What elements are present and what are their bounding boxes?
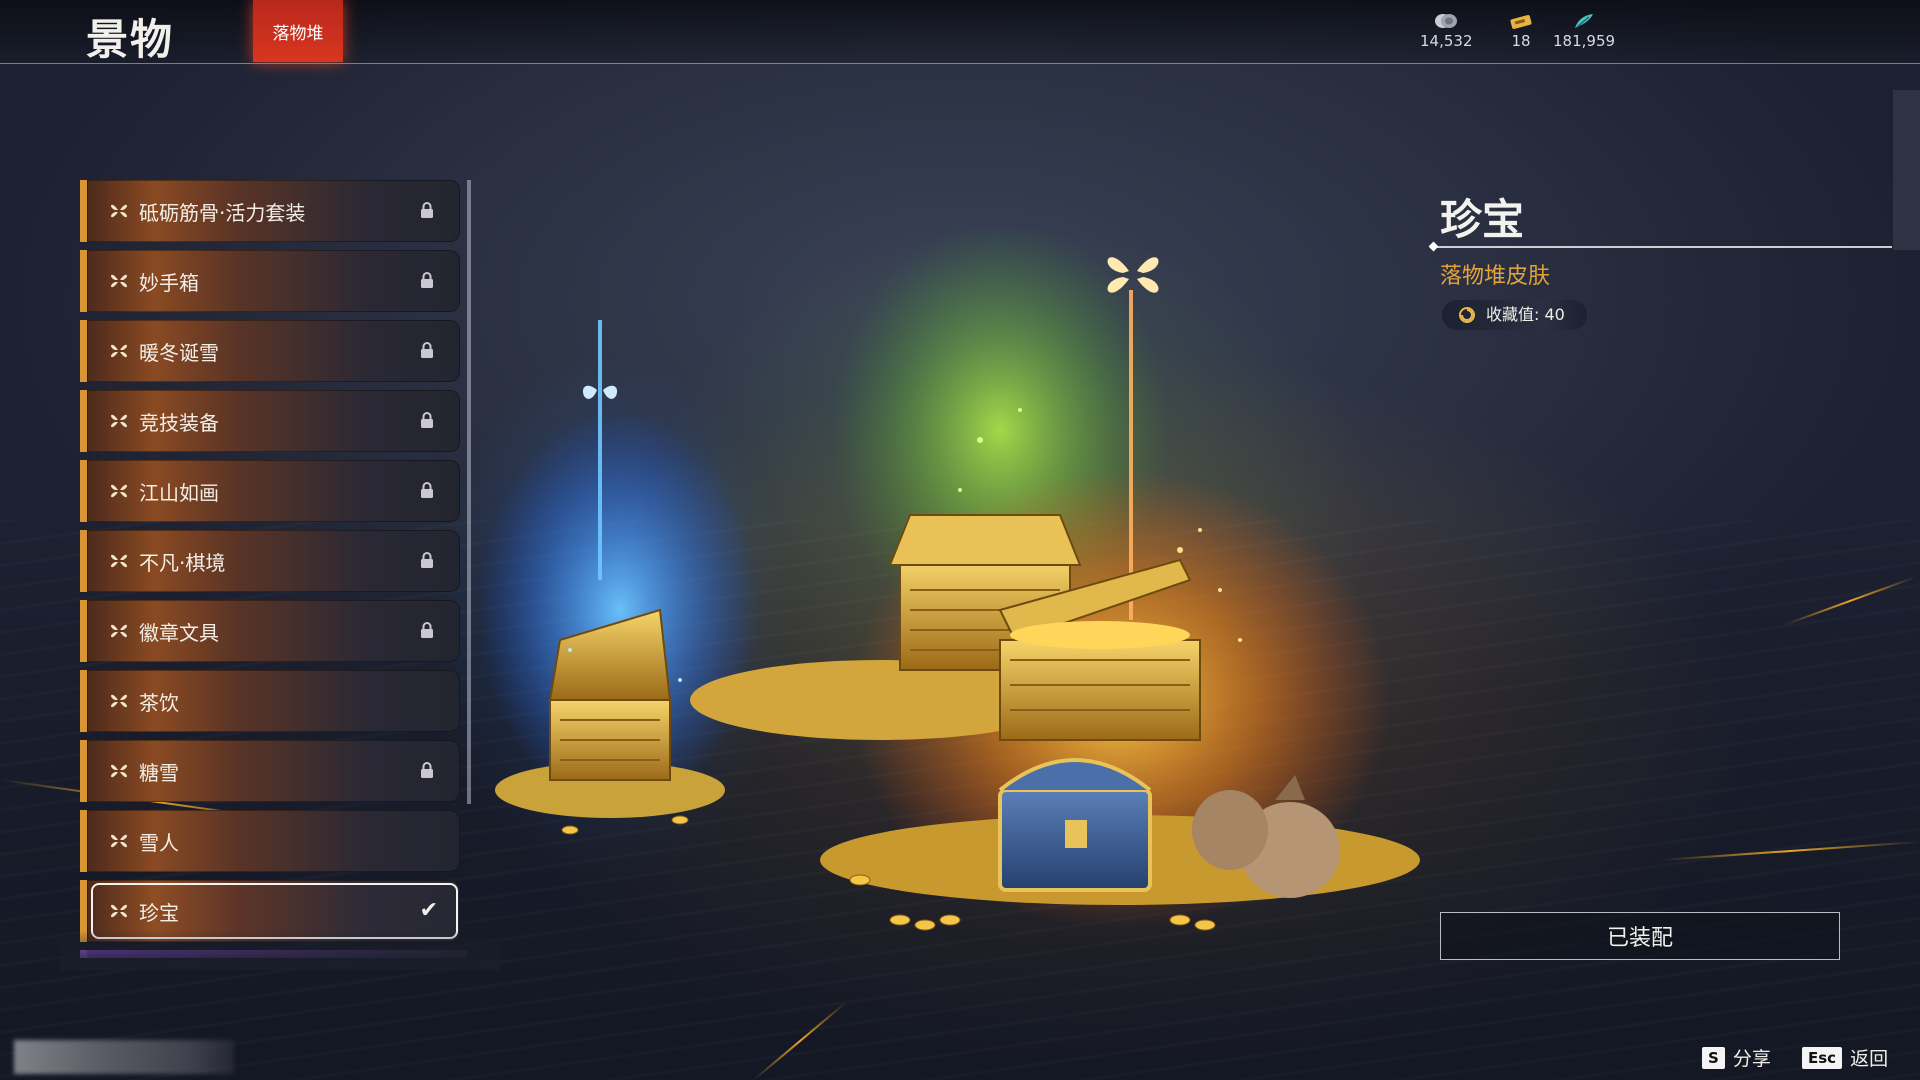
lock-icon (421, 552, 433, 568)
share-label: 分享 (1732, 1048, 1771, 1070)
skin-list-item[interactable]: 不凡·棋境 (80, 530, 460, 592)
item-name: 珍宝 (1440, 195, 1525, 244)
skin-list-item[interactable]: 糖雪 (80, 740, 460, 802)
skin-list-item[interactable]: 茶饮 (80, 670, 460, 732)
share-key: S (1702, 1046, 1725, 1069)
skin-list-item-label: 暖冬诞雪 (139, 341, 219, 365)
lock-icon (421, 412, 433, 428)
header-divider (0, 63, 1920, 64)
currency-feather: 181,959 (1553, 12, 1615, 50)
item-marker-icon (111, 344, 127, 358)
currency-silver: 14,532 (1420, 12, 1473, 50)
currency-gold: 18 (1508, 12, 1534, 50)
skin-list-item[interactable]: 徽章文具 (80, 600, 460, 662)
feather-token-icon (1575, 14, 1593, 28)
lock-icon (421, 342, 433, 358)
preview-scene (480, 220, 1420, 950)
item-marker-icon (111, 274, 127, 288)
skin-list-item-label: 雪人 (139, 831, 179, 855)
item-marker-icon (111, 204, 127, 218)
item-marker-icon (111, 904, 127, 918)
treasure-preview (480, 220, 1420, 931)
title-divider (1432, 246, 1892, 248)
gold-rarity-marker (1107, 257, 1159, 293)
item-marker-icon (111, 484, 127, 498)
gold-ticket-icon (1510, 15, 1532, 29)
share-hint[interactable]: S 分享 (1702, 1044, 1771, 1071)
item-marker-icon (111, 414, 127, 428)
silver-coin-icon (1435, 14, 1458, 28)
item-marker-icon (111, 764, 127, 778)
skin-list-item[interactable]: 江山如画 (80, 460, 460, 522)
lock-icon (421, 272, 433, 288)
currency-feather-value: 181,959 (1553, 32, 1616, 50)
skin-list-item-label: 茶饮 (139, 691, 179, 715)
back-hint[interactable]: Esc 返回 (1802, 1044, 1888, 1071)
lock-icon (421, 202, 433, 218)
item-marker-icon (111, 694, 127, 708)
skin-list-item-label: 珍宝 (139, 901, 179, 925)
skin-list-item-label: 竞技装备 (139, 411, 219, 435)
collection-icon (1459, 307, 1475, 323)
skin-list: 砥砺筋骨·活力套装 妙手箱暖冬诞雪竞技装备江山如画不凡·棋境徽章文具茶饮糖雪雪人珍… (80, 180, 460, 950)
list-fade (60, 930, 500, 970)
lock-icon (421, 482, 433, 498)
currency-silver-value: 14,532 (1420, 32, 1473, 50)
detail-scrollbar[interactable] (1893, 90, 1920, 250)
back-label: 返回 (1850, 1048, 1889, 1070)
blurred-player-id (14, 1040, 234, 1074)
skin-list-item-label: 糖雪 (139, 761, 179, 785)
skin-list-item[interactable]: 竞技装备 (80, 390, 460, 452)
equipped-button[interactable]: 已装配 (1440, 912, 1840, 960)
skin-list-item[interactable]: 妙手箱 (80, 250, 460, 312)
skin-list-item-label: 江山如画 (139, 481, 219, 505)
currency-gold-value: 18 (1511, 32, 1531, 50)
lock-icon (421, 762, 433, 778)
check-icon: ✔ (419, 898, 438, 923)
collection-value: 收藏值: 40 (1486, 305, 1565, 324)
tab-loot-pile[interactable]: 落物堆 (253, 0, 343, 62)
item-marker-icon (111, 554, 127, 568)
item-marker-icon (111, 624, 127, 638)
skin-list-item[interactable]: 砥砺筋骨·活力套装 (80, 180, 460, 242)
divider-dot (1428, 241, 1439, 252)
skin-list-item-label: 砥砺筋骨·活力套装 (139, 201, 306, 225)
item-marker-icon (111, 834, 127, 848)
lock-icon (421, 622, 433, 638)
skin-list-item-label: 妙手箱 (139, 271, 199, 295)
skin-list-item-label: 徽章文具 (139, 621, 219, 645)
collection-badge: 收藏值: 40 (1442, 300, 1587, 330)
list-scrollbar[interactable] (467, 180, 471, 804)
skin-list-item-label: 不凡·棋境 (139, 551, 226, 575)
skin-list-item[interactable]: 暖冬诞雪 (80, 320, 460, 382)
skin-list-item[interactable]: 雪人 (80, 810, 460, 872)
page-title: 景物 (86, 15, 175, 64)
back-key: Esc (1802, 1046, 1843, 1069)
item-category: 落物堆皮肤 (1440, 264, 1551, 289)
